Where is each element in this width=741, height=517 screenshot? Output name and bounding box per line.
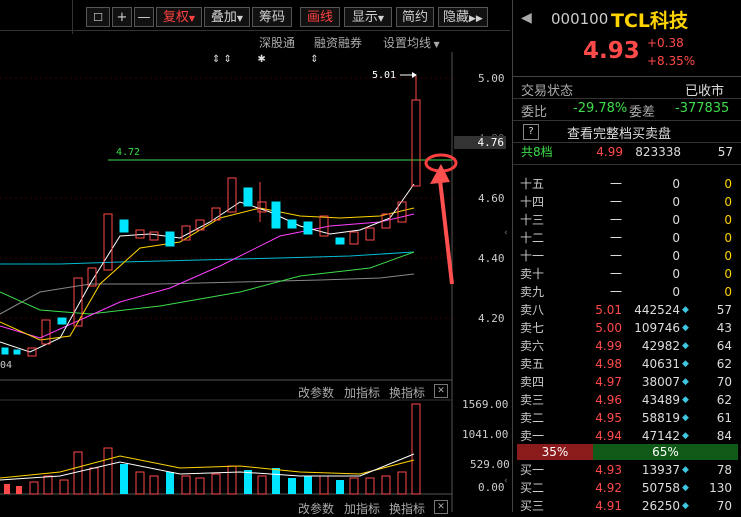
vol-switch-indicator[interactable]: 换指标 [389, 384, 425, 401]
display-label: 显示 [351, 10, 378, 25]
dropdown-icon: ▼ [431, 40, 440, 49]
price-change-pct: +8.35% [647, 54, 696, 68]
annotation-arrow [438, 179, 454, 285]
quote-panel: ◀ 000100 TCL科技 4.93 +0.38 +8.35% 交易状态 已收… [512, 0, 741, 512]
zoom-in-button[interactable]: + [112, 7, 132, 27]
dropdown-icon: ▼ [377, 14, 385, 23]
vol-add-indicator[interactable]: 加指标 [344, 384, 380, 401]
margin-trading-link[interactable]: 融资融券 [314, 34, 362, 52]
help-icon[interactable]: ? [523, 124, 539, 140]
vol-tick: 1569.00 [462, 398, 509, 411]
vol-switch-indicator-2[interactable]: 换指标 [389, 500, 425, 517]
draw-line-button[interactable]: 画线 [300, 7, 340, 27]
overlay-label: 叠加 [210, 10, 237, 25]
total-volume: 823338 [635, 145, 681, 159]
dropdown-icon: ▼ [188, 14, 196, 23]
kline-chart[interactable]: 4.72 5.01 04 [0, 52, 510, 512]
vol-tick: 0.00 [478, 481, 505, 494]
stock-name: TCL科技 [611, 10, 689, 32]
ma-gray-line [0, 273, 415, 315]
vol-tick: 1041.00 [462, 428, 509, 441]
total-levels-row: 共8档 4.99 823338 57 [513, 143, 741, 161]
close-icon[interactable]: ✕ [434, 384, 448, 398]
weicha-label: 委差 [629, 105, 656, 120]
status-label: 交易状态 [521, 84, 574, 99]
stock-code: 000100 [551, 10, 609, 28]
status-value: 已收市 [685, 84, 725, 99]
y-tick: 5.00 [478, 72, 505, 85]
overlay-button[interactable]: 叠加▼ [204, 7, 250, 27]
zoom-out-button[interactable]: — [134, 7, 154, 27]
sell-ratio-bar: 65% [593, 444, 738, 460]
display-button[interactable]: 显示▼ [344, 7, 392, 27]
y-tick: 4.60 [478, 192, 505, 205]
total-num: 57 [717, 145, 733, 159]
bottom-date-label: 04 [0, 360, 12, 371]
line-price-label: 4.72 [116, 147, 140, 158]
fuquan-button[interactable]: 复权▼ [156, 7, 202, 27]
hide-button[interactable]: 隐藏▶▶ [438, 7, 488, 27]
hide-label: 隐藏 [443, 10, 470, 25]
checkbox-icon[interactable]: ☐ [86, 7, 110, 27]
vol-tick: 529.00 [470, 458, 510, 471]
weibi-label: 委比 [521, 105, 548, 120]
back-arrow-icon[interactable]: ◀ [521, 10, 532, 26]
high-label: 5.01 [372, 70, 396, 81]
expand-left-icon[interactable]: ‹ [504, 476, 508, 486]
dropdown-icon: ▼ [236, 14, 244, 23]
vol-add-indicator-2[interactable]: 加指标 [344, 500, 380, 517]
last-price: 4.93 [583, 38, 640, 64]
weicha-value: -377835 [675, 101, 730, 116]
toolbar-border [0, 30, 510, 31]
toolbar-divider [72, 0, 73, 34]
vol-edit-params-2[interactable]: 改参数 [298, 500, 334, 517]
vol-edit-params[interactable]: 改参数 [298, 384, 334, 401]
expand-left-icon[interactable]: ‹ [504, 228, 508, 238]
y-tick: 4.40 [478, 252, 505, 265]
total-price: 4.99 [596, 145, 623, 159]
current-price-tag: 4.76 [454, 136, 506, 149]
chart-toolbar: ☐ + — 复权▼ 叠加▼ 筹码 画线 显示▼ 简约 隐藏▶▶ [0, 0, 510, 34]
expand-arrows-icon: ▶▶ [469, 14, 483, 24]
buy-ratio-bar: 35% [517, 444, 593, 460]
full-book-link[interactable]: 查看完整档买卖盘 [567, 123, 671, 142]
simple-button[interactable]: 简约 [396, 7, 434, 27]
set-ma-link[interactable]: 设置均线 ▼ [383, 34, 440, 52]
price-change: +0.38 [647, 36, 684, 50]
ma-white-line [0, 183, 415, 353]
shenguto-link[interactable]: 深股通 [259, 34, 295, 52]
y-tick: 4.20 [478, 312, 505, 325]
weibi-value: -29.78% [573, 101, 628, 116]
set-ma-label: 设置均线 [383, 36, 432, 50]
fuquan-label: 复权 [162, 10, 189, 25]
chips-button[interactable]: 筹码 [252, 7, 292, 27]
total-label: 共8档 [521, 145, 553, 159]
candles [1, 76, 421, 357]
volume-bars [0, 403, 421, 495]
